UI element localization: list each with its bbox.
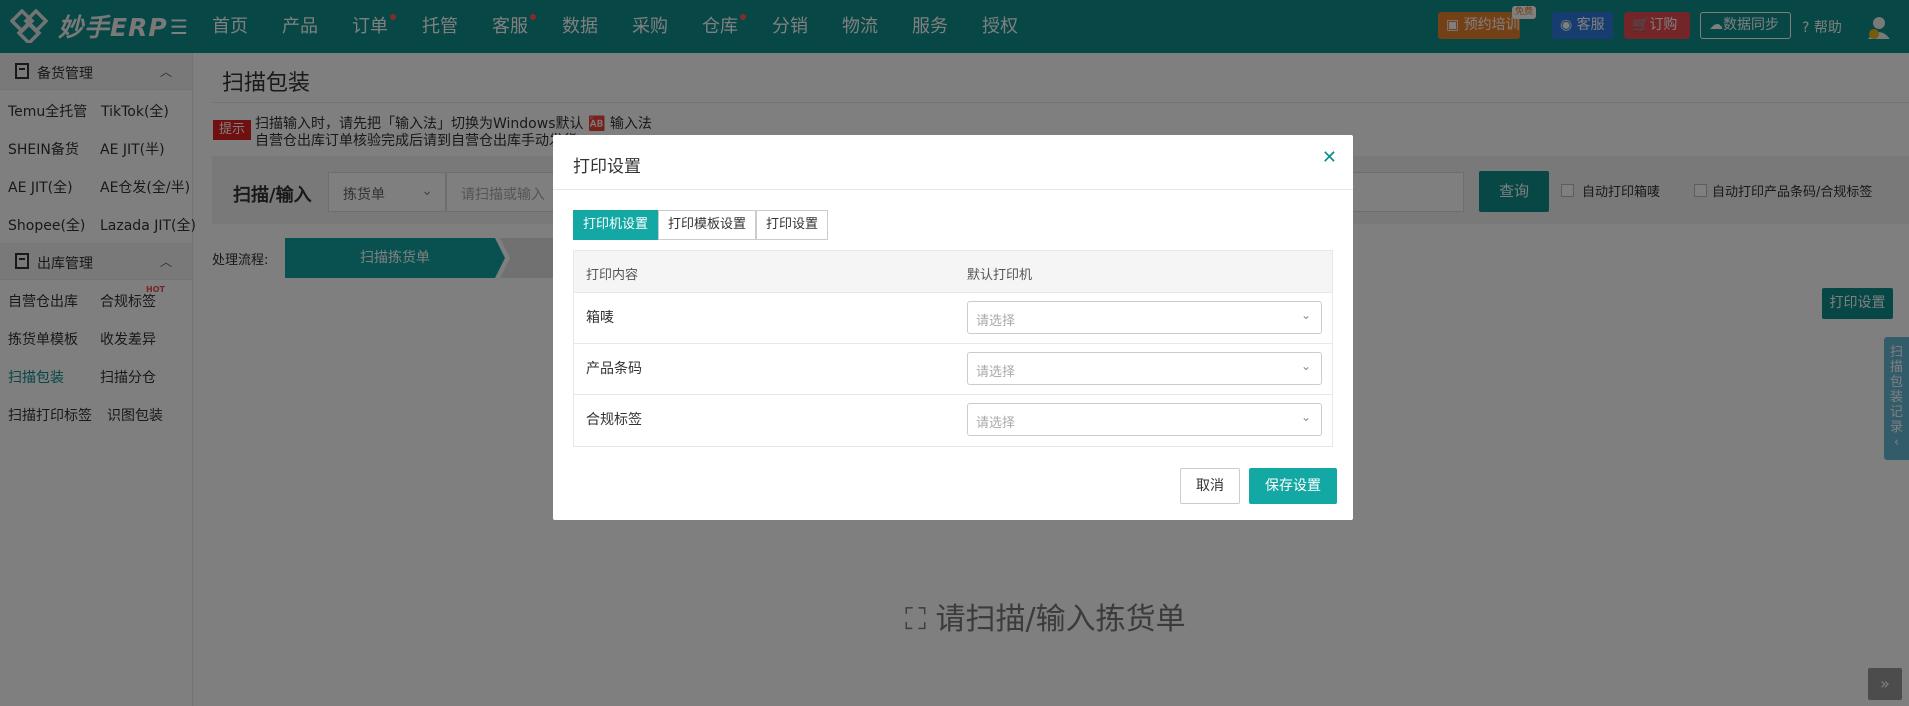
printer-table: 打印内容 默认打印机 箱唛 请选择 ⌄ 产品条码 请选择 ⌄ 合规标签 请选择 ⌄: [573, 250, 1333, 447]
row-label: 产品条码: [586, 361, 642, 377]
tab-template-settings[interactable]: 打印模板设置: [658, 210, 757, 240]
column-header-content: 打印内容: [586, 268, 639, 283]
table-row: 合规标签 请选择 ⌄: [574, 395, 1332, 446]
column-header-printer: 默认打印机: [967, 268, 1033, 283]
select-placeholder: 请选择: [976, 365, 1016, 380]
chevron-down-icon: ⌄: [1300, 359, 1311, 373]
cancel-button[interactable]: 取消: [1180, 468, 1240, 504]
table-row: 产品条码 请选择 ⌄: [574, 344, 1332, 395]
save-settings-button[interactable]: 保存设置: [1249, 468, 1337, 504]
row-label: 箱唛: [586, 310, 614, 326]
table-header: 打印内容 默认打印机: [574, 251, 1332, 293]
print-settings-dialog: 打印设置 ✕ 打印机设置 打印模板设置 打印设置 打印内容 默认打印机 箱唛 请…: [553, 135, 1353, 520]
dialog-title: 打印设置: [573, 157, 641, 177]
close-icon[interactable]: ✕: [1322, 147, 1337, 168]
printer-select[interactable]: 请选择 ⌄: [967, 301, 1322, 334]
dialog-header: 打印设置 ✕: [553, 135, 1353, 190]
row-label: 合规标签: [586, 412, 642, 428]
chevron-down-icon: ⌄: [1300, 410, 1311, 424]
select-placeholder: 请选择: [976, 314, 1016, 329]
printer-select[interactable]: 请选择 ⌄: [967, 352, 1322, 385]
select-placeholder: 请选择: [976, 416, 1016, 431]
printer-select[interactable]: 请选择 ⌄: [967, 403, 1322, 436]
dialog-tabs: 打印机设置 打印模板设置 打印设置: [573, 210, 829, 240]
chevron-down-icon: ⌄: [1300, 308, 1311, 322]
tab-print-settings[interactable]: 打印设置: [756, 210, 829, 240]
tab-printer-settings[interactable]: 打印机设置: [573, 210, 659, 240]
table-row: 箱唛 请选择 ⌄: [574, 293, 1332, 344]
app-root: 妙手ERP ☰ 首页 产品 订单 托管 客服 数据 采购 仓库 分销 物流 服务…: [0, 0, 1909, 706]
